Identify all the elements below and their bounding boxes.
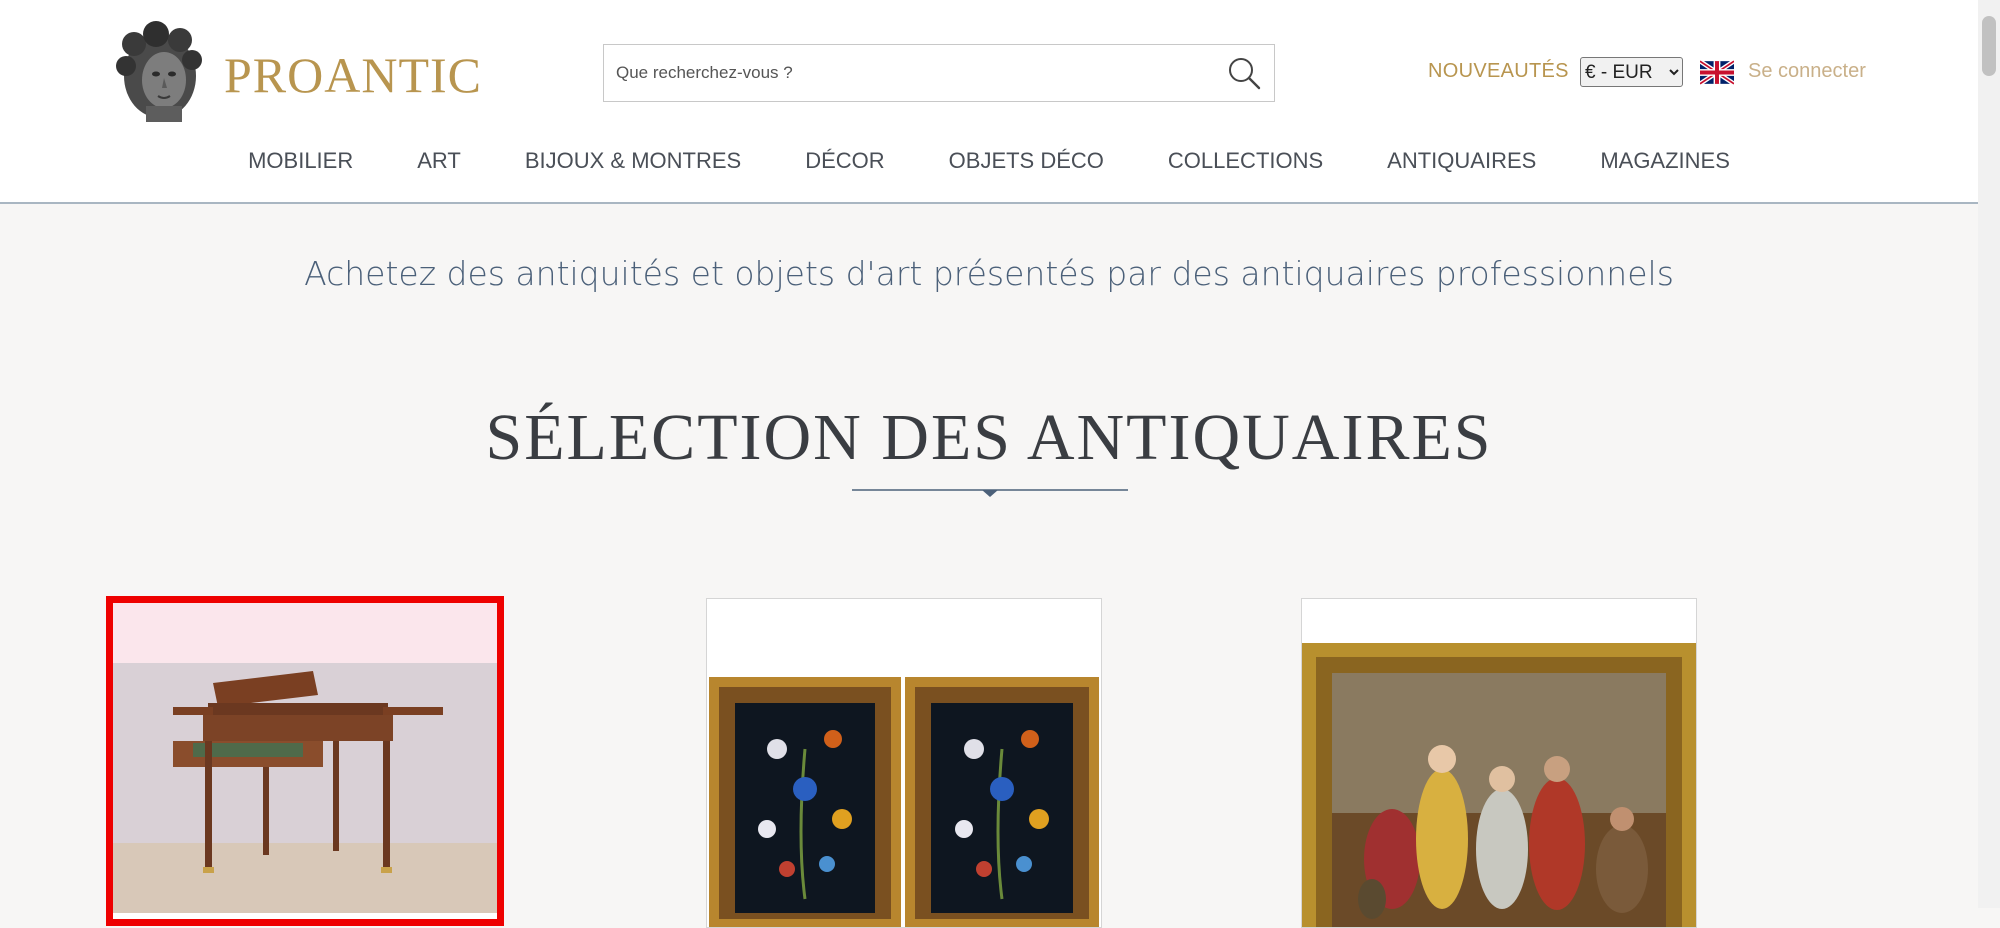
logo-text: PROANTIC bbox=[224, 47, 483, 103]
nav-item-collections[interactable]: COLLECTIONS bbox=[1168, 148, 1323, 178]
currency-select[interactable]: € - EUR bbox=[1580, 57, 1683, 87]
nav-item-art[interactable]: ART bbox=[417, 148, 461, 178]
main-nav: MOBILIER ART BIJOUX & MONTRES DÉCOR OBJE… bbox=[0, 148, 1978, 178]
nouveautes-link[interactable]: NOUVEAUTÉS bbox=[1428, 60, 1569, 83]
nav-item-antiquaires[interactable]: ANTIQUAIRES bbox=[1387, 148, 1536, 178]
section-title: SÉLECTION DES ANTIQUAIRES bbox=[485, 401, 1493, 474]
title-divider bbox=[852, 489, 1128, 497]
search-input[interactable] bbox=[604, 45, 1218, 101]
nav-item-mobilier[interactable]: MOBILIER bbox=[248, 148, 353, 178]
nav-item-bijoux-montres[interactable]: BIJOUX & MONTRES bbox=[525, 148, 741, 178]
page-scrollbar[interactable] bbox=[1978, 0, 2000, 908]
product-card-writing-desk[interactable] bbox=[106, 596, 504, 926]
nav-item-decor[interactable]: DÉCOR bbox=[805, 148, 884, 178]
writing-desk-image bbox=[113, 603, 497, 913]
nav-item-magazines[interactable]: MAGAZINES bbox=[1600, 148, 1730, 178]
product-card-pietra-dura[interactable] bbox=[706, 598, 1102, 928]
pietra-dura-panels-image bbox=[707, 599, 1101, 927]
search-box bbox=[603, 44, 1275, 102]
old-master-painting-image bbox=[1302, 599, 1696, 927]
signin-link[interactable]: Se connecter bbox=[1748, 60, 1866, 83]
uk-flag-icon[interactable] bbox=[1700, 60, 1734, 85]
site-header: PROANTIC NOUVEAUTÉS € - EUR Se connecter… bbox=[0, 0, 1978, 204]
nav-item-objets-deco[interactable]: OBJETS DÉCO bbox=[949, 148, 1104, 178]
logo-bust-icon bbox=[116, 21, 202, 122]
scrollbar-thumb[interactable] bbox=[1982, 16, 1996, 76]
page-tagline: Achetez des antiquités et objets d'art p… bbox=[304, 254, 1674, 293]
search-icon[interactable] bbox=[1224, 53, 1264, 93]
product-card-painting[interactable] bbox=[1301, 598, 1697, 928]
logo-link[interactable]: PROANTIC bbox=[112, 20, 481, 124]
